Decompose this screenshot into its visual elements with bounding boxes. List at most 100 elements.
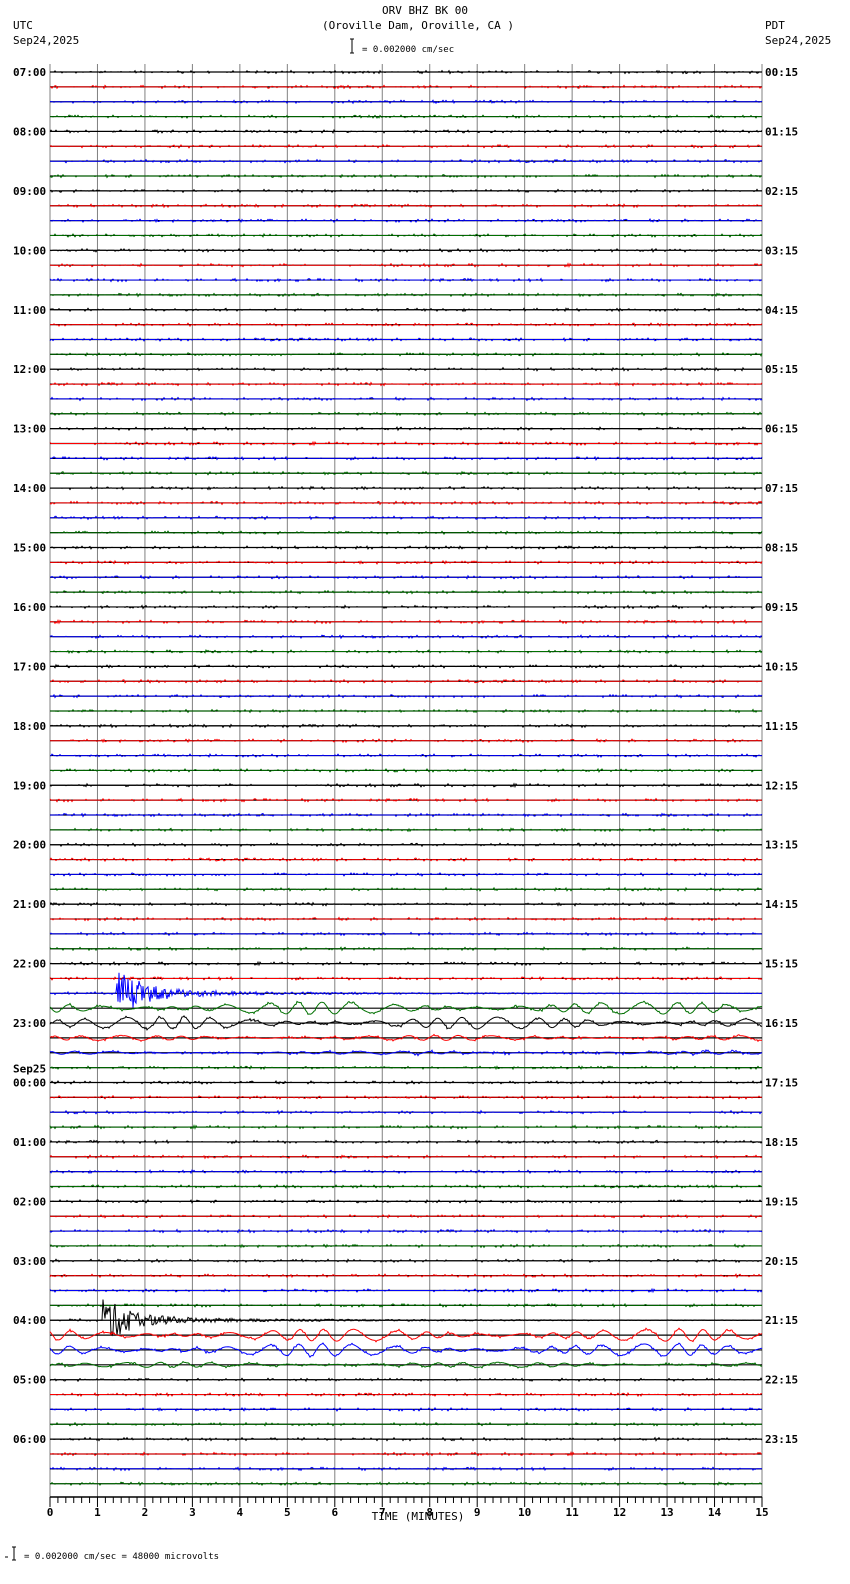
seismic-trace	[50, 916, 763, 922]
seismic-trace	[50, 663, 762, 669]
seismic-trace	[49, 857, 762, 863]
seismic-trace	[49, 1094, 762, 1100]
x-tick-label: 3	[189, 1506, 196, 1519]
helicorder-plot: ORV BHZ BK 00 (Oroville Dam, Oroville, C…	[5, 4, 831, 1562]
seismic-trace	[49, 1481, 763, 1487]
seismic-trace	[50, 886, 762, 892]
seismic-trace	[50, 545, 762, 550]
seismic-trace	[49, 975, 763, 981]
seismic-trace	[50, 574, 763, 580]
seismic-trace	[50, 322, 763, 328]
seismic-trace	[49, 1124, 763, 1130]
seismic-trace	[50, 723, 762, 729]
pdt-hour-label: 11:15	[765, 720, 798, 733]
seismic-trace	[50, 426, 762, 432]
pdt-hour-label: 02:15	[765, 185, 798, 198]
pdt-hour-label: 23:15	[765, 1433, 798, 1446]
seismic-trace	[49, 188, 762, 194]
utc-hour-label: 20:00	[13, 839, 46, 852]
utc-hour-label: 11:00	[13, 304, 46, 317]
seismic-trace	[50, 352, 763, 357]
x-tick-label: 2	[142, 1506, 149, 1519]
pdt-hour-label: 04:15	[765, 304, 798, 317]
seismic-trace	[50, 559, 763, 565]
seismic-trace	[50, 619, 762, 625]
utc-hour-label: 18:00	[13, 720, 46, 733]
seismic-trace	[50, 708, 762, 714]
right-date: Sep24,2025	[765, 34, 831, 47]
pdt-hour-label: 22:15	[765, 1374, 798, 1387]
footer-scale-icon	[5, 1546, 16, 1561]
x-tick-label: 10	[518, 1506, 531, 1519]
pdt-hour-label: 16:15	[765, 1017, 798, 1030]
x-tick-label: 12	[613, 1506, 626, 1519]
x-tick-label: 14	[708, 1506, 722, 1519]
utc-hour-label: 19:00	[13, 779, 46, 792]
x-axis-title: TIME (MINUTES)	[372, 1510, 465, 1523]
seismic-trace	[50, 515, 762, 521]
utc-hour-label: 08:00	[13, 125, 46, 138]
seismic-trace	[50, 69, 762, 75]
seismic-trace	[50, 366, 762, 372]
utc-hour-label: 05:00	[13, 1374, 46, 1387]
utc-hour-label: 22:00	[13, 958, 46, 971]
seismic-trace	[49, 604, 762, 610]
seismic-trace	[50, 411, 763, 417]
seismic-trace	[49, 946, 762, 952]
utc-date-label: Sep25	[13, 1062, 46, 1075]
pdt-hour-label: 09:15	[765, 601, 798, 614]
utc-hour-label: 16:00	[13, 601, 46, 614]
seismic-trace	[50, 485, 763, 491]
x-tick-label: 15	[755, 1506, 768, 1519]
utc-hour-label: 09:00	[13, 185, 46, 198]
pdt-hour-label: 10:15	[765, 660, 798, 673]
seismic-trace	[50, 455, 763, 461]
seismic-trace	[49, 500, 763, 506]
traces	[49, 69, 763, 1487]
seismic-trace	[50, 1421, 762, 1427]
left-date: Sep24,2025	[13, 34, 79, 47]
pdt-hour-label: 05:15	[765, 363, 798, 376]
utc-hour-label: 21:00	[13, 898, 46, 911]
seismic-trace	[50, 1451, 762, 1457]
pdt-hour-label: 13:15	[765, 839, 798, 852]
seismic-trace	[50, 693, 763, 699]
seismic-trace	[49, 1154, 763, 1160]
pdt-hour-label: 03:15	[765, 244, 798, 257]
seismic-trace	[49, 1377, 763, 1383]
utc-hour-label: 14:00	[13, 482, 46, 495]
utc-hour-label: 23:00	[13, 1017, 46, 1030]
pdt-hour-label: 00:15	[765, 66, 798, 79]
utc-hour-label: 04:00	[13, 1314, 46, 1327]
utc-hour-label: 03:00	[13, 1255, 46, 1268]
x-tick-label: 6	[331, 1506, 338, 1519]
seismic-trace	[49, 797, 762, 803]
pdt-hour-label: 20:15	[765, 1255, 798, 1268]
seismic-trace	[49, 1169, 763, 1175]
x-tick-label: 9	[474, 1506, 481, 1519]
seismic-trace	[50, 292, 763, 298]
x-tick-label: 1	[94, 1506, 101, 1519]
footer-scale-note: = 0.002000 cm/sec = 48000 microvolts	[24, 1552, 219, 1562]
seismic-trace	[49, 1243, 762, 1249]
utc-hour-label: 07:00	[13, 66, 46, 79]
utc-hour-label: 06:00	[13, 1433, 46, 1446]
utc-hour-label: 15:00	[13, 542, 46, 555]
seismic-trace	[50, 1302, 762, 1308]
utc-hour-label: 17:00	[13, 660, 46, 673]
seismic-trace	[50, 1184, 762, 1189]
seismic-trace	[50, 752, 762, 758]
seismic-trace	[50, 158, 763, 164]
seismic-trace	[49, 143, 763, 149]
seismic-trace	[50, 1079, 763, 1085]
scale-label: = 0.002000 cm/sec	[362, 45, 454, 55]
utc-hour-label: 00:00	[13, 1076, 46, 1089]
seismic-trace	[50, 114, 762, 119]
scale-bar-icon	[350, 38, 354, 54]
seismic-trace	[49, 1139, 763, 1145]
pdt-hour-label: 12:15	[765, 779, 798, 792]
utc-hour-label: 01:00	[13, 1136, 46, 1149]
seismic-trace	[50, 649, 763, 655]
utc-hour-label: 12:00	[13, 363, 46, 376]
pdt-hour-label: 19:15	[765, 1195, 798, 1208]
